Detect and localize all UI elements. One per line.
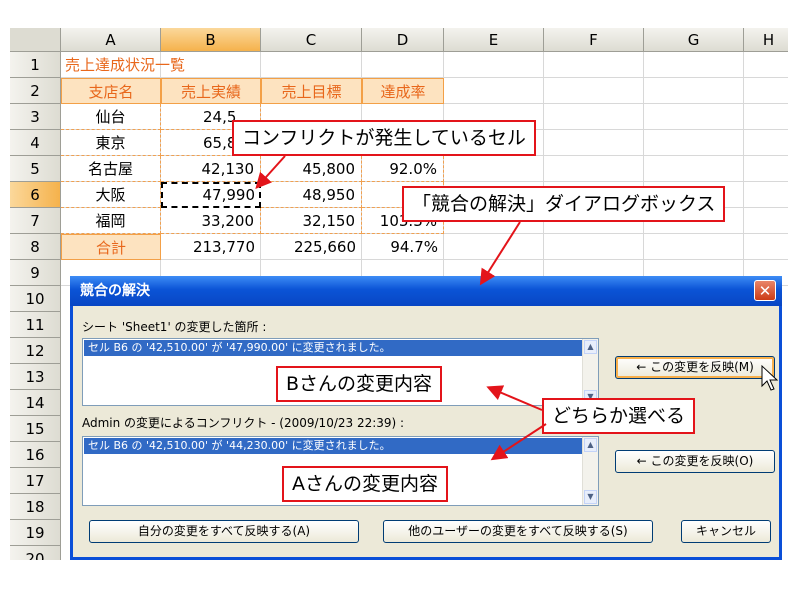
scroll-up-icon[interactable]: ▲ <box>584 438 597 452</box>
cell-branch[interactable]: 仙台 <box>61 104 161 130</box>
cell-branch[interactable]: 福岡 <box>61 208 161 234</box>
row-header[interactable]: 8 <box>10 234 61 260</box>
callout-a-changes: Aさんの変更内容 <box>282 466 448 502</box>
row-header[interactable]: 16 <box>10 442 61 468</box>
row-header[interactable]: 5 <box>10 156 61 182</box>
row-header[interactable]: 1 <box>10 52 61 78</box>
column-header-f[interactable]: F <box>544 28 644 52</box>
scroll-down-icon[interactable]: ▼ <box>584 490 597 504</box>
accept-mine-button[interactable]: ← この変更を反映(M) <box>615 356 775 379</box>
my-changes-label: シート 'Sheet1' の変更した箇所 : <box>82 320 267 334</box>
select-all-corner[interactable] <box>10 28 61 52</box>
accept-all-others-button[interactable]: 他のユーザーの変更をすべて反映する(S) <box>383 520 653 543</box>
row-header[interactable]: 11 <box>10 312 61 338</box>
accept-other-button[interactable]: ← この変更を反映(O) <box>615 450 775 473</box>
scroll-up-icon[interactable]: ▲ <box>584 340 597 354</box>
cell-branch[interactable]: 名古屋 <box>61 156 161 182</box>
scrollbar[interactable]: ▲ ▼ <box>582 437 598 505</box>
dialog-title: 競合の解決 <box>80 283 150 299</box>
callout-choose: どちらか選べる <box>542 398 696 434</box>
list-item-conflict-change[interactable]: セル B6 の '42,510.00' が '44,230.00' に変更されま… <box>84 438 582 454</box>
row-header[interactable]: 15 <box>10 416 61 442</box>
cell-branch[interactable]: 東京 <box>61 130 161 156</box>
dialog-titlebar[interactable]: 競合の解決 ✕ <box>70 276 782 306</box>
callout-b-changes: Bさんの変更内容 <box>276 366 443 402</box>
callout-conflict-cell: コンフリクトが発生しているセル <box>232 120 536 156</box>
total-rate-cell[interactable]: 94.7% <box>362 234 444 260</box>
row-header[interactable]: 3 <box>10 104 61 130</box>
cell-target[interactable]: 48,950 <box>261 182 362 208</box>
cancel-button[interactable]: キャンセル <box>681 520 771 543</box>
column-header-c[interactable]: C <box>261 28 362 52</box>
cell-actual[interactable]: 42,130 <box>161 156 261 182</box>
column-header-d[interactable]: D <box>362 28 444 52</box>
header-cell-branch[interactable]: 支店名 <box>61 78 161 104</box>
cell-rate[interactable]: 92.0% <box>362 156 444 182</box>
column-header-g[interactable]: G <box>644 28 744 52</box>
close-icon[interactable]: ✕ <box>754 280 776 301</box>
row-header[interactable]: 6 <box>10 182 61 208</box>
total-actual-cell[interactable]: 213,770 <box>161 234 261 260</box>
row-header[interactable]: 2 <box>10 78 61 104</box>
row-header[interactable]: 13 <box>10 364 61 390</box>
row-header[interactable]: 12 <box>10 338 61 364</box>
column-header-a[interactable]: A <box>61 28 161 52</box>
cell-actual[interactable]: 33,200 <box>161 208 261 234</box>
row-header[interactable]: 17 <box>10 468 61 494</box>
conflict-cell-b6[interactable]: 47,990 <box>161 182 261 208</box>
row-header[interactable]: 20 <box>10 546 61 560</box>
scrollbar[interactable]: ▲ ▼ <box>582 339 598 405</box>
cell-target[interactable]: 45,800 <box>261 156 362 182</box>
sheet-title-cell[interactable]: 売上達成状況一覧 <box>65 52 265 78</box>
row-header[interactable]: 18 <box>10 494 61 520</box>
column-header-e[interactable]: E <box>444 28 544 52</box>
column-header-b[interactable]: B <box>161 28 261 52</box>
list-item-my-change[interactable]: セル B6 の '42,510.00' が '47,990.00' に変更されま… <box>84 340 582 356</box>
row-header[interactable]: 7 <box>10 208 61 234</box>
row-header[interactable]: 9 <box>10 260 61 286</box>
cell-branch[interactable]: 大阪 <box>61 182 161 208</box>
conflict-label: Admin の変更によるコンフリクト - (2009/10/23 22:39) … <box>82 416 405 430</box>
header-cell-actual[interactable]: 売上実績 <box>161 78 261 104</box>
accept-all-mine-button[interactable]: 自分の変更をすべて反映する(A) <box>89 520 359 543</box>
row-header[interactable]: 14 <box>10 390 61 416</box>
header-cell-target[interactable]: 売上目標 <box>261 78 362 104</box>
header-cell-rate[interactable]: 達成率 <box>362 78 444 104</box>
column-header-h[interactable]: H <box>744 28 788 52</box>
total-label-cell[interactable]: 合計 <box>61 234 161 260</box>
callout-dialog-name: 「競合の解決」ダイアログボックス <box>402 186 726 222</box>
cell-target[interactable]: 32,150 <box>261 208 362 234</box>
row-header[interactable]: 19 <box>10 520 61 546</box>
row-header[interactable]: 4 <box>10 130 61 156</box>
row-header[interactable]: 10 <box>10 286 61 312</box>
total-target-cell[interactable]: 225,660 <box>261 234 362 260</box>
